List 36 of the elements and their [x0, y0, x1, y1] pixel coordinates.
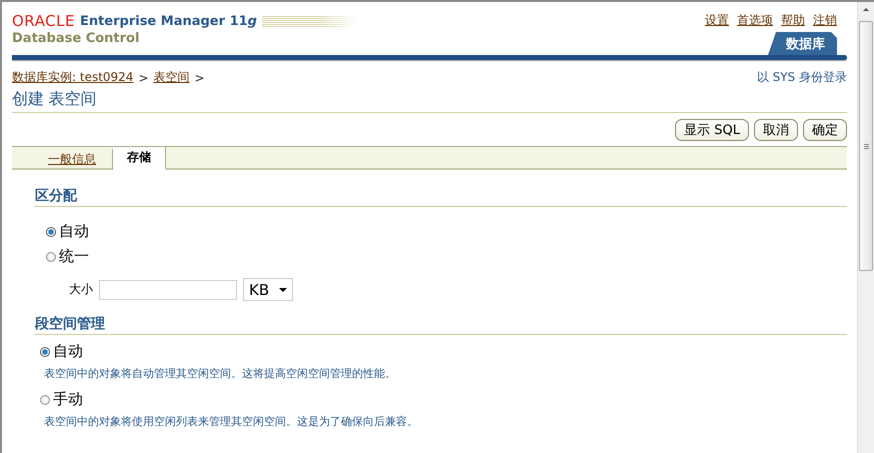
radio-button[interactable] [40, 346, 50, 356]
oracle-logo: ORACLE [12, 12, 75, 30]
scrollbar-thumb[interactable] [859, 21, 873, 271]
radio-button[interactable] [40, 394, 50, 404]
size-label: 大小 [69, 281, 93, 298]
option-description: 表空间中的对象将自动管理其空闲空间。这将提高空闲空间管理的性能。 [43, 366, 397, 382]
radio-option[interactable]: 手动 [34, 387, 847, 412]
product-name: Enterprise Manager 11g [80, 14, 257, 28]
breadcrumb-link[interactable]: 表空间 [154, 69, 190, 86]
scroll-up-icon[interactable] [863, 8, 869, 11]
caret-icon [279, 288, 288, 292]
product-subtitle: Database Control [12, 31, 140, 46]
size-field[interactable] [99, 280, 237, 300]
action-button[interactable]: 确定 [803, 119, 847, 141]
radio-button[interactable] [46, 252, 56, 262]
radio-option[interactable]: 统一 [34, 244, 847, 269]
breadcrumb-separator: > [194, 70, 205, 84]
option-description: 表空间中的对象将使用空闲列表来管理其空闲空间。这是为了确保向后兼容。 [43, 414, 419, 430]
action-button[interactable]: 显示 SQL [675, 119, 749, 141]
radio-option[interactable]: 自动 [34, 339, 847, 364]
header-link[interactable]: 帮助 [781, 12, 805, 29]
section-heading: 段空间管理 [34, 315, 847, 335]
radio-button[interactable] [46, 226, 56, 236]
breadcrumb-separator: > [138, 70, 149, 84]
page-title: 创建 表空间 [12, 89, 847, 113]
sub-tab[interactable]: 存储 [113, 147, 166, 170]
breadcrumb-link[interactable]: 数据库实例: test0924 [12, 69, 134, 86]
header-link[interactable]: 注销 [813, 12, 837, 29]
unit-dropdown[interactable]: KB [243, 278, 294, 301]
login-info: 以 SYS 身份登录 [756, 69, 847, 86]
header-link[interactable]: 设置 [705, 12, 729, 29]
section-heading: 区分配 [34, 187, 847, 207]
header-link[interactable]: 首选项 [737, 12, 773, 29]
radio-option[interactable]: 自动 [34, 219, 847, 244]
action-button[interactable]: 取消 [754, 119, 798, 141]
nav-tab[interactable]: 数据库 [768, 32, 837, 55]
